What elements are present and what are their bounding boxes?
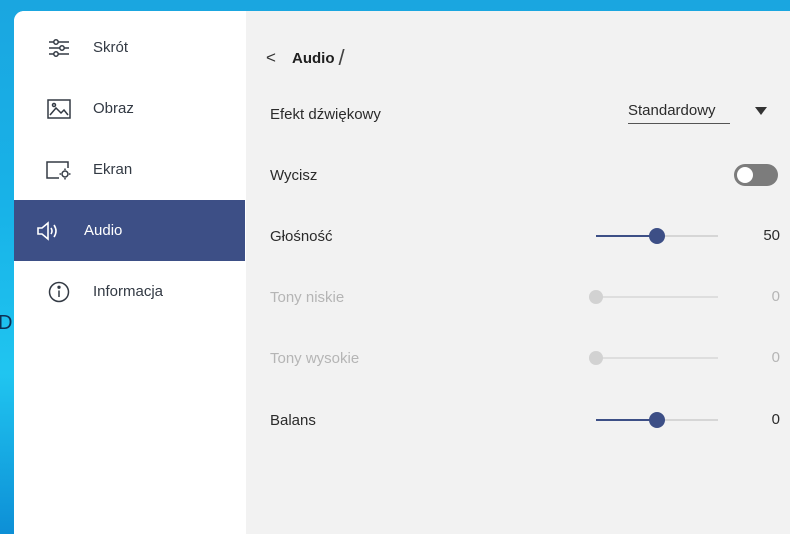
back-icon[interactable]: <: [266, 48, 280, 68]
sidebar-item-label: Informacja: [93, 283, 164, 300]
sliders-icon: [46, 37, 72, 59]
treble-slider: [589, 351, 718, 365]
balance-value: 0: [771, 411, 780, 428]
sidebar-item-label: Obraz: [93, 100, 134, 117]
sidebar-item-label: Skrót: [93, 39, 129, 56]
settings-sidebar: Skrót Obraz Ekran Audio Informacja: [14, 11, 246, 534]
page-title: Audio: [292, 49, 335, 67]
sound-effect-select[interactable]: Standardowy: [628, 102, 730, 124]
sidebar-item-label: Audio: [84, 222, 123, 239]
info-icon: [46, 281, 72, 303]
sidebar-item-screen[interactable]: Ekran: [14, 139, 245, 200]
mute-label: Wycisz: [270, 166, 318, 184]
audio-settings-content: < Audio / Efekt dźwiękowy Standardowy Wy…: [246, 11, 790, 534]
settings-panel: Skrót Obraz Ekran Audio Informacja < Aud…: [14, 11, 790, 534]
slider-fill: [596, 419, 657, 421]
treble-label: Tony wysokie: [270, 349, 360, 367]
toggle-knob: [737, 167, 753, 183]
slider-thumb: [589, 351, 603, 365]
sidebar-item-audio[interactable]: Audio: [14, 200, 245, 261]
bass-label: Tony niskie: [270, 288, 345, 306]
image-icon: [46, 98, 72, 120]
page-header: < Audio /: [266, 45, 345, 71]
sidebar-item-picture[interactable]: Obraz: [14, 78, 245, 139]
slider-thumb[interactable]: [649, 412, 665, 428]
background-edge-glyph: D: [0, 312, 13, 334]
sidebar-item-information[interactable]: Informacja: [14, 261, 245, 322]
treble-value: 0: [771, 349, 780, 366]
dropdown-arrow-icon[interactable]: [755, 107, 767, 115]
sound-effect-label: Efekt dźwiękowy: [270, 105, 381, 123]
volume-row: Głośność 50: [270, 221, 780, 251]
volume-slider[interactable]: [596, 228, 718, 244]
balance-label: Balans: [270, 411, 316, 429]
slider-fill: [596, 235, 657, 237]
slider-thumb: [589, 290, 603, 304]
screen-settings-icon: [46, 159, 72, 181]
mute-row: Wycisz: [270, 160, 780, 190]
balance-slider[interactable]: [596, 412, 718, 428]
treble-row: Tony wysokie 0: [270, 343, 780, 373]
volume-value: 50: [763, 227, 780, 244]
balance-row: Balans 0: [270, 405, 780, 435]
breadcrumb-separator: /: [338, 45, 345, 70]
sound-effect-row: Efekt dźwiękowy Standardowy: [270, 99, 780, 129]
bass-value: 0: [771, 288, 780, 305]
mute-toggle[interactable]: [734, 164, 778, 186]
slider-thumb[interactable]: [649, 228, 665, 244]
bass-row: Tony niskie 0: [270, 282, 780, 312]
speaker-icon: [36, 220, 62, 242]
sidebar-item-shortcut[interactable]: Skrót: [14, 17, 245, 78]
bass-slider: [589, 290, 718, 304]
sidebar-item-label: Ekran: [93, 161, 133, 178]
volume-label: Głośność: [270, 227, 333, 245]
